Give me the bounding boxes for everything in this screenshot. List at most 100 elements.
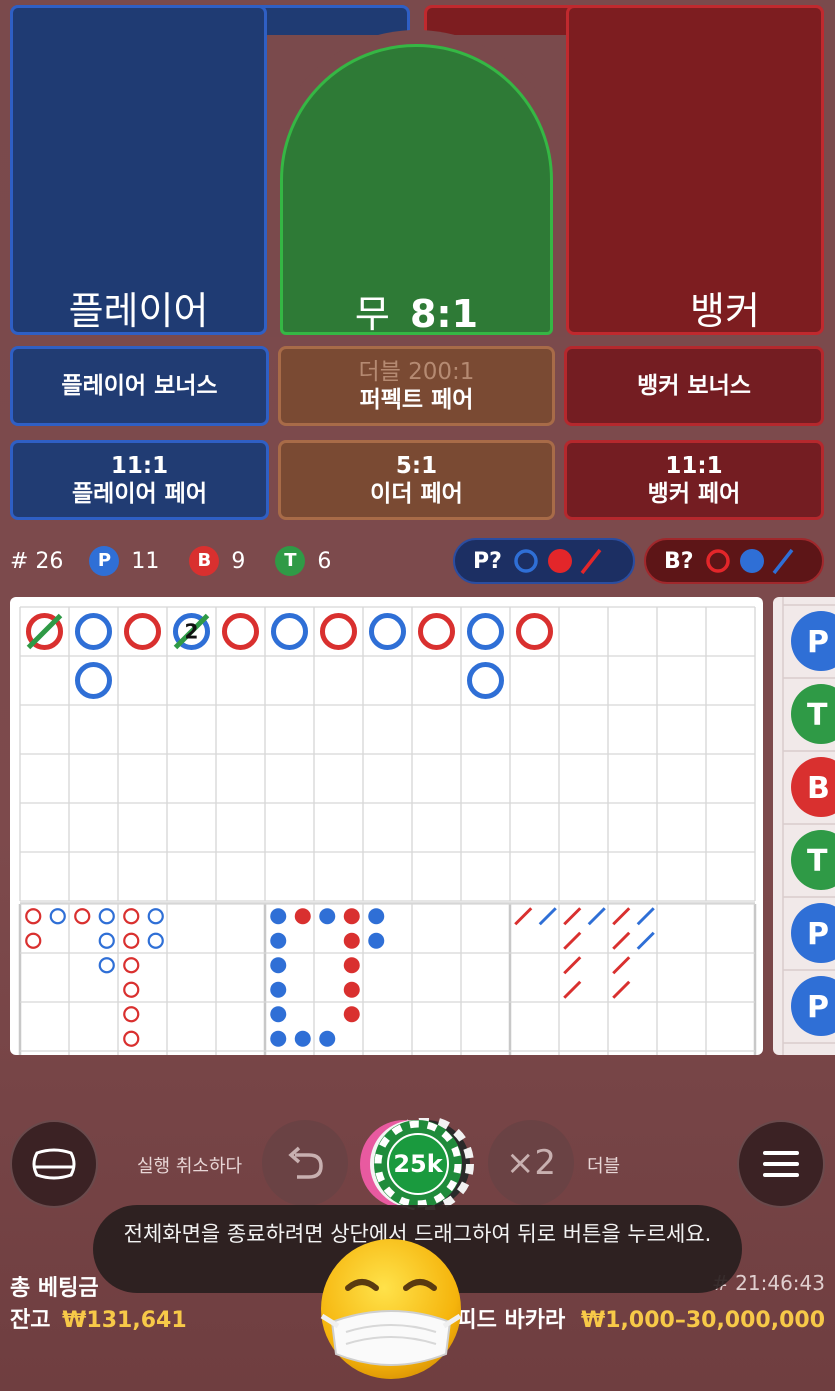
small-road-mark: [319, 1030, 336, 1047]
cockroach-road-mark: [612, 980, 631, 999]
big-eye-road-mark: [98, 957, 115, 974]
small-road-mark: [270, 1030, 287, 1047]
small-road-mark: [270, 1006, 287, 1023]
balance-row: 잔고 ₩131,641: [10, 1302, 187, 1334]
small-road-mark: [368, 932, 385, 949]
big-eye-road-mark: [25, 908, 42, 925]
banker-pair-odds: 11:1: [665, 453, 723, 479]
big-eye-road-mark: [25, 932, 42, 949]
big-eye-road-mark: [123, 1030, 140, 1047]
masked-face-emoji-graphic: [320, 1239, 462, 1379]
cockroach-road-mark: [587, 907, 606, 926]
tie-bet-spot[interactable]: 무 8:1: [280, 44, 553, 338]
banker-ask-button[interactable]: B?: [644, 538, 824, 584]
player-pair-odds: 11:1: [110, 453, 169, 479]
big-road-mark: [467, 613, 504, 650]
cockroach-road-mark: [563, 980, 582, 999]
chat-button[interactable]: [10, 1120, 98, 1208]
double-label: 더블: [587, 1156, 621, 1177]
player-ask-label: P?: [473, 548, 502, 574]
cockroach-road-mark: [636, 907, 655, 926]
player-label: 플레이어: [68, 289, 209, 333]
bead-road-letter: B: [807, 771, 830, 806]
undo-label: 실행 취소하다: [137, 1156, 243, 1177]
player-ask-button[interactable]: P?: [453, 538, 635, 584]
bead-road-canvas: P T B T P P: [782, 597, 835, 1055]
big-road-mark: [271, 613, 308, 650]
banker-bet-spot[interactable]: 뱅커: [566, 5, 824, 335]
banker-bonus-bet[interactable]: 뱅커 보너스: [564, 346, 824, 426]
big-eye-road-mark: [123, 908, 140, 925]
perfect-pair-bet[interactable]: 더블 200:1 퍼펙트 페어: [278, 346, 555, 426]
scoreboard[interactable]: 2: [10, 597, 763, 1055]
small-road-mark: [343, 981, 360, 998]
small-road-mark: [270, 908, 287, 925]
total-bet-label: 총 베팅금: [10, 1276, 99, 1301]
small-road-mark: [343, 908, 360, 925]
big-eye-road-mark: [147, 932, 164, 949]
tie-count: 6: [317, 548, 332, 574]
menu-button[interactable]: [737, 1120, 825, 1208]
small-road-mark: [343, 957, 360, 974]
cockroach-road-mark: [514, 907, 533, 926]
banker-pair-bet[interactable]: 11:1 뱅커 페어: [564, 440, 824, 520]
player-bonus-bet[interactable]: 플레이어 보너스: [10, 346, 269, 426]
small-road-mark: [270, 932, 287, 949]
tie-label-group: 무 8:1: [283, 283, 550, 338]
tie-label: 무: [354, 292, 390, 336]
big-eye-road-mark: [74, 908, 91, 925]
either-pair-label: 이더 페어: [370, 481, 463, 507]
chip-selector[interactable]: 25k: [360, 1116, 476, 1212]
cockroach-road-mark: [612, 907, 631, 926]
double-symbol: ×2: [505, 1143, 557, 1183]
table-limits: ₩1,000–30,000,000: [580, 1308, 825, 1333]
big-eye-road-mark: [123, 932, 140, 949]
cockroach-road-mark: [538, 907, 557, 926]
cockroach-road-mark: [563, 907, 582, 926]
hamburger-menu-icon: [763, 1151, 799, 1177]
big-road-mark: [467, 662, 504, 699]
big-eye-road-mark: [49, 908, 66, 925]
cockroach-road-mark: [612, 931, 631, 950]
table-info-row: 피드 바카라 ₩1,000–30,000,000: [456, 1302, 825, 1334]
chip-value: 25k: [393, 1150, 443, 1178]
player-pair-label: 플레이어 페어: [72, 481, 207, 507]
big-road-mark: [516, 613, 553, 650]
big-eye-road-mark: [147, 908, 164, 925]
scoreboard-canvas: 2: [18, 606, 757, 1055]
double-button[interactable]: ×2: [488, 1120, 574, 1206]
big-eye-road-mark: [98, 932, 115, 949]
big-eye-road-mark: [123, 981, 140, 998]
round-number: # 26: [10, 548, 64, 574]
small-road-mark: [343, 1006, 360, 1023]
small-road-mark: [270, 957, 287, 974]
big-road-mark: [369, 613, 406, 650]
either-pair-odds: 5:1: [395, 453, 438, 479]
big-eye-road-mark: [123, 1006, 140, 1023]
small-road-mark: [343, 932, 360, 949]
perfect-pair-odds: 더블 200:1: [358, 359, 475, 385]
balance-label: 잔고: [10, 1308, 51, 1333]
either-pair-bet[interactable]: 5:1 이더 페어: [278, 440, 555, 520]
stats-row: # 26 P 11 B 9 T 6: [10, 545, 331, 577]
cockroach-road-mark: [563, 931, 582, 950]
banker-ask-preview-icon: [705, 548, 793, 575]
bead-road-letter: T: [807, 698, 828, 733]
player-pair-bet[interactable]: 11:1 플레이어 페어: [10, 440, 269, 520]
player-count-badge: P: [89, 546, 120, 576]
chat-bubble-icon: [32, 1148, 76, 1180]
big-road-mark: [124, 613, 161, 650]
big-eye-road-mark: [123, 957, 140, 974]
player-bet-spot[interactable]: 플레이어: [10, 5, 267, 335]
small-road-mark: [319, 908, 336, 925]
undo-button[interactable]: [262, 1120, 348, 1206]
banker-label: 뱅커: [690, 289, 760, 333]
banker-count-badge: B: [189, 546, 220, 576]
big-road-mark: [75, 613, 112, 650]
player-count: 11: [131, 548, 160, 574]
cockroach-road-mark: [563, 956, 582, 975]
small-road-mark: [368, 908, 385, 925]
bead-road-peek[interactable]: P T B T P P: [773, 597, 835, 1055]
masked-face-emoji-icon: [318, 1236, 464, 1382]
tie-count-badge: T: [275, 546, 306, 576]
